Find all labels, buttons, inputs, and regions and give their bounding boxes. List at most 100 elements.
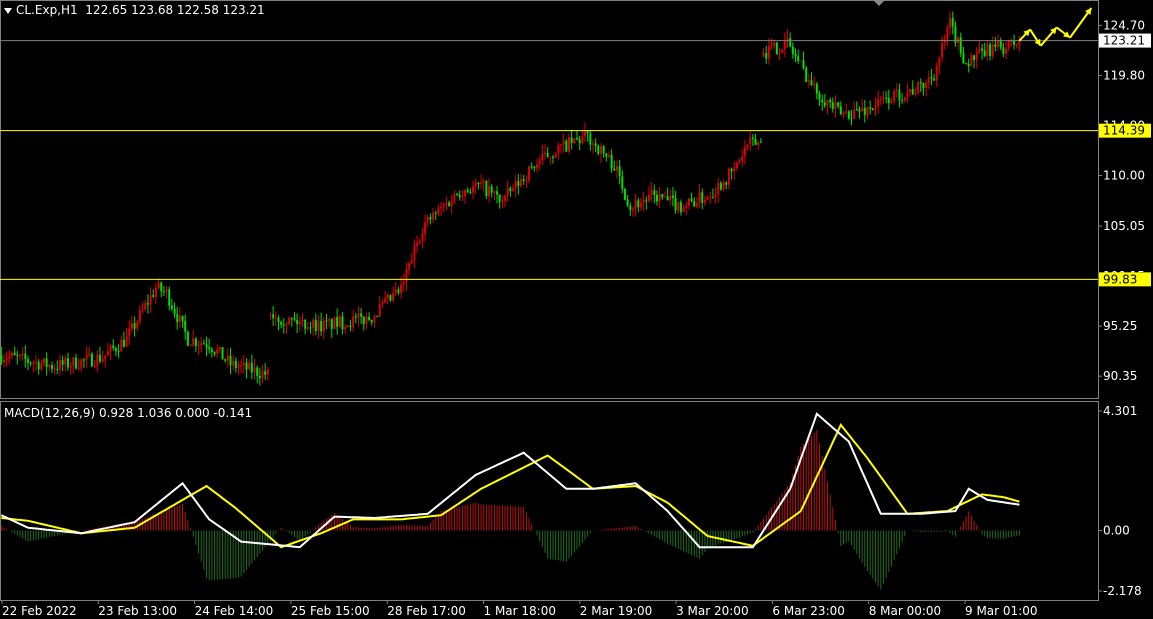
candle-body — [456, 193, 459, 195]
candle-body — [941, 43, 944, 58]
candle-body — [909, 89, 912, 93]
candle-body — [674, 197, 677, 211]
candle-body — [160, 282, 163, 292]
triangle-down-icon[interactable] — [4, 7, 12, 14]
candle-body — [1015, 44, 1018, 46]
macd-pane[interactable] — [0, 412, 1020, 590]
candle-body — [967, 63, 970, 67]
candle-body — [831, 102, 834, 109]
candle-body — [794, 53, 797, 57]
candle-body — [117, 351, 120, 353]
price-pane[interactable] — [0, 7, 1098, 386]
candle-body — [213, 351, 216, 354]
candle-body — [634, 200, 637, 209]
candle-body — [829, 99, 832, 103]
candle-body — [264, 371, 267, 375]
candle-body — [810, 80, 813, 86]
candle-body — [317, 321, 320, 332]
candle-body — [248, 362, 251, 370]
candle-body — [152, 295, 155, 297]
candle-body — [514, 180, 517, 189]
candle-body — [88, 353, 91, 355]
candle-body — [690, 198, 693, 202]
macd-header: MACD(12,26,9) 0.928 1.036 0.000 -0.141 — [4, 406, 253, 420]
candle-body — [647, 194, 650, 201]
candle-body — [807, 80, 810, 82]
candle-body — [578, 139, 581, 144]
candle-body — [805, 67, 808, 82]
candle-body — [549, 156, 552, 158]
candle-body — [575, 138, 578, 140]
time-tick-label: 2 Mar 19:00 — [580, 604, 653, 618]
time-tick-label: 24 Feb 14:00 — [195, 604, 274, 618]
candle-body — [333, 317, 336, 329]
candle-body — [623, 188, 626, 200]
candle-body — [975, 52, 978, 61]
candle-body — [567, 137, 570, 152]
candle-body — [770, 46, 773, 48]
candle-body — [965, 63, 968, 65]
candle-body — [192, 338, 195, 346]
candle-body — [442, 205, 445, 208]
candle-body — [685, 205, 688, 208]
candle-body — [98, 354, 101, 362]
candle-body — [24, 353, 27, 360]
candle-body — [663, 196, 666, 198]
candle-body — [450, 200, 453, 206]
candle-body — [533, 166, 536, 169]
candle-body — [730, 168, 733, 172]
candle-body — [5, 358, 8, 360]
candle-body — [778, 52, 781, 54]
candle-body — [509, 188, 512, 192]
candle-body — [599, 146, 602, 154]
level-label: 114.39 — [1103, 124, 1145, 138]
candle-body — [512, 188, 515, 192]
candle-body — [381, 302, 384, 305]
price-tick-label: 95.25 — [1103, 319, 1137, 333]
candle-body — [589, 133, 592, 145]
candle-body — [397, 289, 400, 293]
candle-body — [981, 48, 984, 51]
candle-body — [245, 362, 248, 370]
candle-body — [994, 44, 997, 47]
candle-body — [474, 182, 477, 187]
candle-body — [949, 18, 952, 28]
candle-body — [743, 147, 746, 157]
candle-body — [109, 345, 112, 352]
candle-body — [746, 144, 749, 148]
candle-body — [738, 160, 741, 163]
candle-body — [82, 359, 85, 361]
time-tick-label: 6 Mar 23:00 — [772, 604, 845, 618]
candle-body — [749, 137, 752, 145]
candle-body — [933, 78, 936, 81]
candle-body — [221, 347, 224, 360]
candle-body — [538, 160, 541, 165]
candle-body — [458, 194, 461, 198]
candle-body — [951, 18, 954, 27]
candle-body — [946, 27, 949, 40]
price-tick-label: 90.35 — [1103, 369, 1137, 383]
macd-tick-label: 4.301 — [1103, 404, 1137, 418]
candle-body — [821, 99, 824, 103]
candle-body — [815, 83, 818, 94]
candle-body — [559, 144, 562, 146]
candle-body — [290, 317, 293, 320]
candle-body — [53, 368, 56, 370]
candle-body — [21, 353, 24, 355]
time-tick-label: 22 Feb 2022 — [2, 604, 77, 618]
time-tick-label: 8 Mar 00:00 — [869, 604, 942, 618]
price-pane-border — [0, 0, 1099, 399]
candle-body — [903, 97, 906, 101]
candle-body — [296, 320, 299, 325]
candle-body — [26, 359, 29, 363]
candle-body — [250, 362, 253, 373]
candle-body — [629, 205, 632, 211]
candle-body — [613, 168, 616, 171]
candle-body — [762, 52, 765, 57]
candle-body — [130, 323, 133, 329]
candle-body — [173, 308, 176, 314]
candle-body — [997, 40, 1000, 47]
candle-body — [618, 166, 621, 177]
candle-body — [16, 355, 19, 357]
candle-body — [520, 179, 523, 186]
